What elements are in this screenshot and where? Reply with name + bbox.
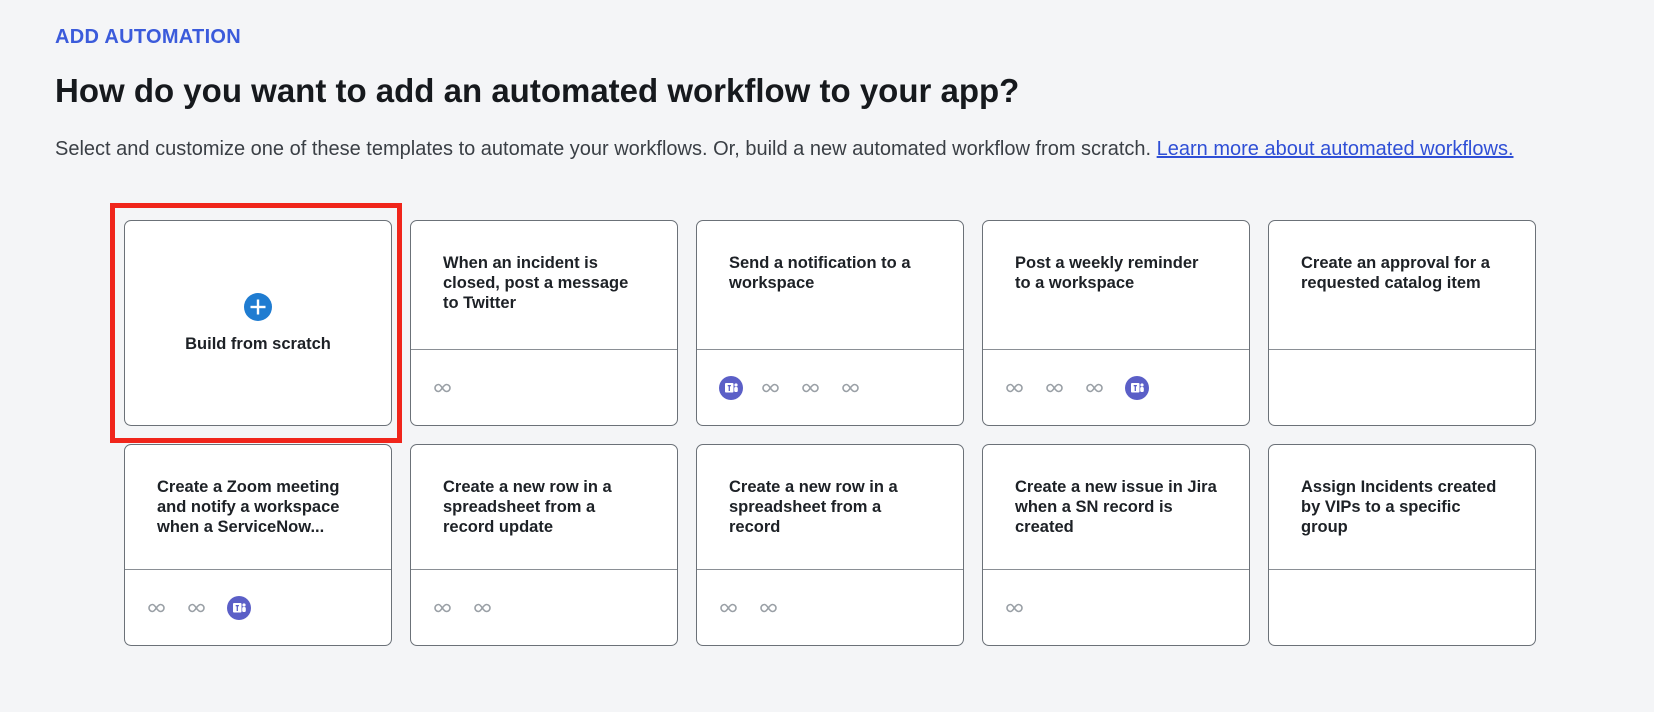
template-card[interactable]: Post a weekly reminder to a workspace <box>982 220 1250 426</box>
template-card-integrations <box>983 569 1249 645</box>
template-card[interactable]: Create an approval for a requested catal… <box>1268 220 1536 426</box>
template-card-title: Send a notification to a workspace <box>729 254 911 292</box>
template-card[interactable]: Send a notification to a workspace <box>696 220 964 426</box>
template-card-integrations <box>125 569 391 645</box>
template-card-integrations <box>983 349 1249 425</box>
infinity-icon <box>433 381 455 395</box>
template-card-body: When an incident is closed, post a messa… <box>411 221 677 349</box>
template-card-integrations <box>411 349 677 425</box>
template-card-integrations <box>1269 569 1535 645</box>
infinity-icon <box>473 601 495 615</box>
template-card-title: When an incident is closed, post a messa… <box>443 254 629 312</box>
learn-more-link[interactable]: Learn more about automated workflows. <box>1157 138 1514 160</box>
template-card-body: Assign Incidents created by VIPs to a sp… <box>1269 445 1535 569</box>
template-card-integrations <box>697 349 963 425</box>
template-card-body: Create an approval for a requested catal… <box>1269 221 1535 349</box>
subtitle-text: Select and customize one of these templa… <box>55 138 1157 160</box>
infinity-icon <box>433 601 455 615</box>
infinity-icon <box>1005 601 1027 615</box>
template-card-title: Create a new issue in Jira when a SN rec… <box>1015 478 1217 536</box>
eyebrow-label: ADD AUTOMATION <box>55 26 242 48</box>
build-from-scratch-wrapper: Build from scratch <box>110 203 402 443</box>
template-card[interactable]: Create a Zoom meeting and notify a works… <box>124 444 392 646</box>
infinity-icon <box>761 381 783 395</box>
build-from-scratch-card[interactable]: Build from scratch <box>124 220 392 426</box>
build-from-scratch-label: Build from scratch <box>185 334 331 353</box>
template-card-title: Post a weekly reminder to a workspace <box>1015 254 1199 292</box>
template-card-body: Post a weekly reminder to a workspace <box>983 221 1249 349</box>
template-card[interactable]: Assign Incidents created by VIPs to a sp… <box>1268 444 1536 646</box>
template-card[interactable]: Create a new row in a spreadsheet from a… <box>696 444 964 646</box>
teams-icon <box>227 595 251 620</box>
template-card[interactable]: Create a new issue in Jira when a SN rec… <box>982 444 1250 646</box>
template-card-body: Create a Zoom meeting and notify a works… <box>125 445 391 569</box>
page-subtitle: Select and customize one of these templa… <box>55 138 1514 161</box>
teams-icon <box>719 375 743 400</box>
infinity-icon <box>719 601 741 615</box>
infinity-icon <box>187 601 209 615</box>
template-card-integrations <box>1269 349 1535 425</box>
template-card-body: Create a new row in a spreadsheet from a… <box>697 445 963 569</box>
template-card-body: Send a notification to a workspace <box>697 221 963 349</box>
infinity-icon <box>759 601 781 615</box>
template-card-title: Assign Incidents created by VIPs to a sp… <box>1301 478 1497 536</box>
template-card-body: Create a new row in a spreadsheet from a… <box>411 445 677 569</box>
template-card-title: Create a Zoom meeting and notify a works… <box>157 478 340 536</box>
template-card-body: Create a new issue in Jira when a SN rec… <box>983 445 1249 569</box>
template-card-title: Create a new row in a spreadsheet from a… <box>729 478 898 536</box>
template-grid: Build from scratch When an incident is c… <box>110 203 1536 646</box>
template-card[interactable]: Create a new row in a spreadsheet from a… <box>410 444 678 646</box>
infinity-icon <box>841 381 863 395</box>
infinity-icon <box>1085 381 1107 395</box>
teams-icon <box>1125 375 1149 400</box>
infinity-icon <box>1005 381 1027 395</box>
page-title: How do you want to add an automated work… <box>55 72 1020 109</box>
infinity-icon <box>1045 381 1067 395</box>
template-card-title: Create an approval for a requested catal… <box>1301 254 1490 292</box>
infinity-icon <box>801 381 823 395</box>
template-card[interactable]: When an incident is closed, post a messa… <box>410 220 678 426</box>
template-card-title: Create a new row in a spreadsheet from a… <box>443 478 612 536</box>
plus-circle-icon <box>244 292 272 321</box>
template-card-integrations <box>697 569 963 645</box>
template-card-integrations <box>411 569 677 645</box>
infinity-icon <box>147 601 169 615</box>
